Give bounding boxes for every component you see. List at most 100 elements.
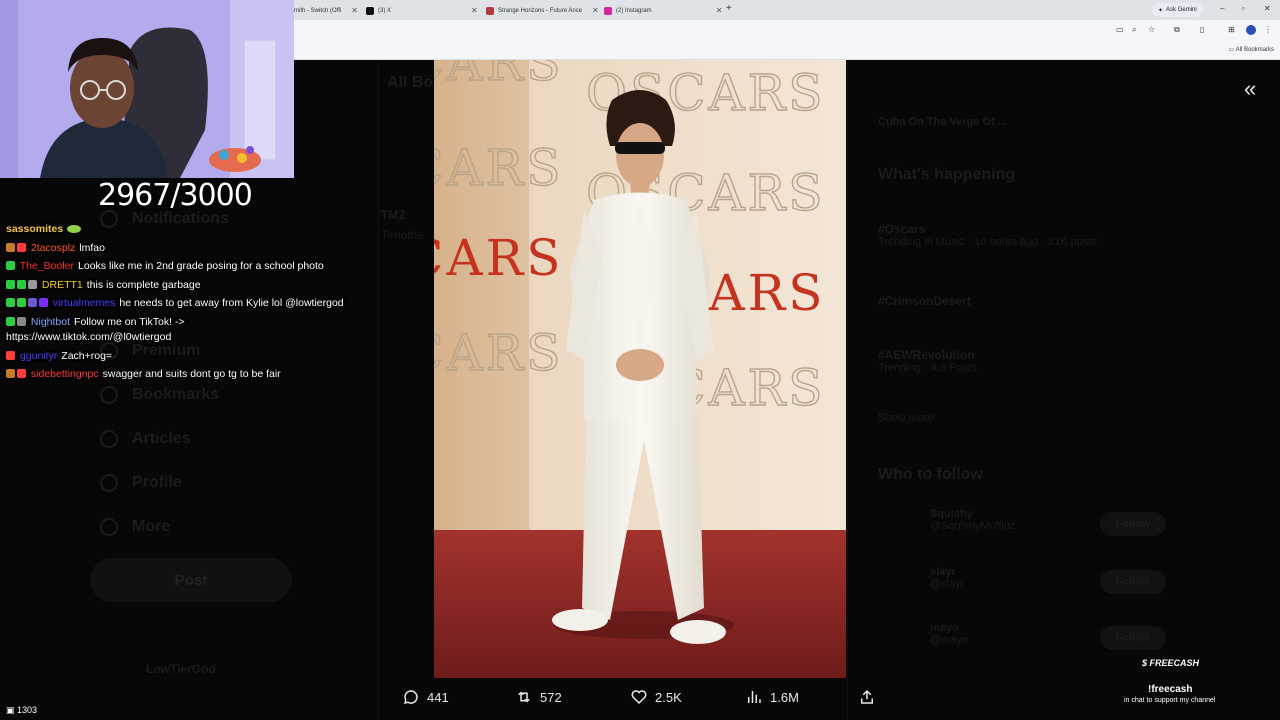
show-more-label: Show more xyxy=(878,412,934,424)
badge-icon xyxy=(17,316,26,326)
streamer-webcam-image xyxy=(0,0,294,178)
trend-item[interactable]: #Oscars Trending in Music · 10 hours ago … xyxy=(878,222,1178,248)
chat-username[interactable]: virtualmemes xyxy=(53,297,115,309)
tab-label: (3) X xyxy=(378,7,392,14)
sub-goal-counter: 2967/3000 xyxy=(98,178,253,213)
follow-button[interactable]: Follow xyxy=(1100,570,1166,594)
profile-name[interactable]: LowTierGod xyxy=(146,662,216,676)
trend-item[interactable]: #CrimsonDesert xyxy=(878,294,1178,308)
badge-icon xyxy=(6,279,15,289)
suggestion-name-text: slayr xyxy=(930,566,956,578)
chat-message: Nightbot Follow me on TikTok! -> https://… xyxy=(6,313,336,347)
close-icon[interactable]: ✕ xyxy=(471,6,478,15)
suggestion-name[interactable]: slayr @slayr xyxy=(930,566,1230,590)
tab-switch[interactable]: mith - Switch (Offi ✕ xyxy=(294,3,358,18)
profile-avatar[interactable] xyxy=(1246,25,1256,35)
restore-icon[interactable]: ▫ xyxy=(1242,4,1245,13)
chat-username[interactable]: DRETT1 xyxy=(42,279,83,291)
show-more-link[interactable]: Show more xyxy=(878,408,1178,426)
menu-icon[interactable]: ⋮ xyxy=(1264,25,1272,34)
chat-message: DRETT1 this is complete garbage xyxy=(6,276,370,295)
chat-text: swagger and suits dont go tg to be fair xyxy=(102,368,281,380)
freecash-command: !freecash xyxy=(1148,684,1193,695)
suggestion-name[interactable]: Squishy @SquishyMuffinz xyxy=(930,508,1230,532)
sparkle-icon: ✦ xyxy=(1158,7,1164,14)
tab-instagram[interactable]: (2) Instagram ✕ xyxy=(604,3,722,18)
extensions-icon[interactable]: ⧉ xyxy=(1174,25,1180,35)
zoom-icon[interactable]: ⌕ xyxy=(1132,25,1136,35)
chat-message: sidebettingnpc swagger and suits dont go … xyxy=(6,365,370,384)
reply-button[interactable]: 441 xyxy=(402,688,449,706)
chat-username[interactable]: ggunityr xyxy=(20,350,57,362)
ask-gemini-button[interactable]: ✦ Ask Gemini xyxy=(1152,3,1203,17)
close-icon[interactable]: ✕ xyxy=(351,6,358,15)
repost-button[interactable]: 572 xyxy=(515,688,562,706)
strange-horizons-logo-icon xyxy=(486,6,494,15)
badge-icon xyxy=(17,369,26,378)
media-photo[interactable]: OSCARS OSCARS OSCARS OSCARS OSCARS OSCAR… xyxy=(434,60,846,678)
close-icon[interactable]: ✕ xyxy=(592,6,599,15)
nav-label: Profile xyxy=(132,474,182,492)
browser-tab-bar: mith - Switch (Offi ✕ (3) X ✕ Strange Ho… xyxy=(294,0,1280,20)
tweet-text: Timothe xyxy=(381,228,424,242)
follow-button[interactable]: Follow xyxy=(1100,512,1166,536)
sidebar-icon[interactable]: ▯ xyxy=(1200,25,1204,34)
bookmark-icon xyxy=(100,386,118,404)
nav-more[interactable]: More xyxy=(100,518,170,536)
share-button[interactable] xyxy=(858,688,876,706)
more-icon xyxy=(100,518,118,536)
chat-message: virtualmemes he needs to get away from Ky… xyxy=(6,294,370,313)
follow-button[interactable]: Follow xyxy=(1100,626,1166,650)
chat-username[interactable]: Nightbot xyxy=(31,316,70,328)
repost-icon xyxy=(518,691,530,703)
tab-label: mith - Switch (Offi xyxy=(294,7,342,14)
instagram-logo-icon xyxy=(604,6,612,15)
ask-gemini-label: Ask Gemini xyxy=(1166,7,1197,13)
like-button[interactable]: 2.5K xyxy=(630,688,682,706)
close-window-icon[interactable]: ✕ xyxy=(1264,4,1271,13)
badge-icon xyxy=(6,350,15,360)
webcam-feed xyxy=(0,0,294,178)
nav-articles[interactable]: Articles xyxy=(100,430,191,448)
tab-strange-horizons[interactable]: Strange Horizons - Future Ance ✕ xyxy=(486,3,599,18)
person-icon xyxy=(100,474,118,492)
trend-meta: Trending in Music · 10 hours ago · 81K p… xyxy=(878,236,1098,248)
all-bookmarks-button[interactable]: ▭ All Bookmarks xyxy=(1229,46,1274,53)
tweet-author[interactable]: TMZ xyxy=(381,208,406,222)
minimize-icon[interactable]: – xyxy=(1220,4,1224,13)
badge-icon xyxy=(6,369,15,378)
cast-icon[interactable]: ▭ xyxy=(1116,25,1124,34)
chat-username[interactable]: sassomites xyxy=(6,223,63,235)
tab-label: Strange Horizons - Future Ance xyxy=(498,7,583,14)
suggestion-handle: @slayr xyxy=(930,578,965,590)
suggestion-name[interactable]: mayo @mayo xyxy=(930,622,1230,646)
badge-icon xyxy=(17,242,26,252)
suggestion-name-text: mayo xyxy=(930,622,959,634)
new-tab-button[interactable]: + xyxy=(726,3,732,14)
chat-username[interactable]: 2tacosplz xyxy=(31,242,75,254)
post-button[interactable]: Post xyxy=(90,558,292,602)
trending-title: Cuba On The Verge Of ... xyxy=(878,112,1178,130)
nav-profile[interactable]: Profile xyxy=(100,474,182,492)
chat-username[interactable]: sidebettingnpc xyxy=(31,368,99,380)
tab-x[interactable]: (3) X ✕ xyxy=(366,3,478,18)
star-icon[interactable]: ☆ xyxy=(1148,25,1155,34)
views-button[interactable]: 1.6M xyxy=(745,688,799,706)
chat-text: Looks like me in 2nd grade posing for a … xyxy=(78,260,324,272)
badge-icon xyxy=(6,298,15,307)
chat-username[interactable]: The_Booler xyxy=(20,260,74,272)
whats-happening-title: What's happening xyxy=(878,166,1016,183)
trending-title-text[interactable]: Cuba On The Verge Of ... xyxy=(878,116,1007,128)
trend-item[interactable]: #AEWRevolution Trending · 4,3 Posts xyxy=(878,348,1178,374)
badge-icon xyxy=(6,242,15,252)
badge-icon xyxy=(28,298,37,307)
nav-bookmarks[interactable]: Bookmarks xyxy=(100,386,219,404)
badge-icon xyxy=(28,279,37,289)
extension-icon[interactable]: ⊞ xyxy=(1228,25,1235,34)
close-icon[interactable]: ✕ xyxy=(716,6,723,15)
nav-label: Bookmarks xyxy=(132,386,220,404)
viewers-icon: ▣ xyxy=(6,705,18,715)
chat-text: he needs to get away from Kylie lol @low… xyxy=(119,297,344,309)
freecash-logo: $ FREECASH xyxy=(1142,658,1199,668)
chevrons-double-right-icon[interactable]: « xyxy=(1244,76,1256,102)
